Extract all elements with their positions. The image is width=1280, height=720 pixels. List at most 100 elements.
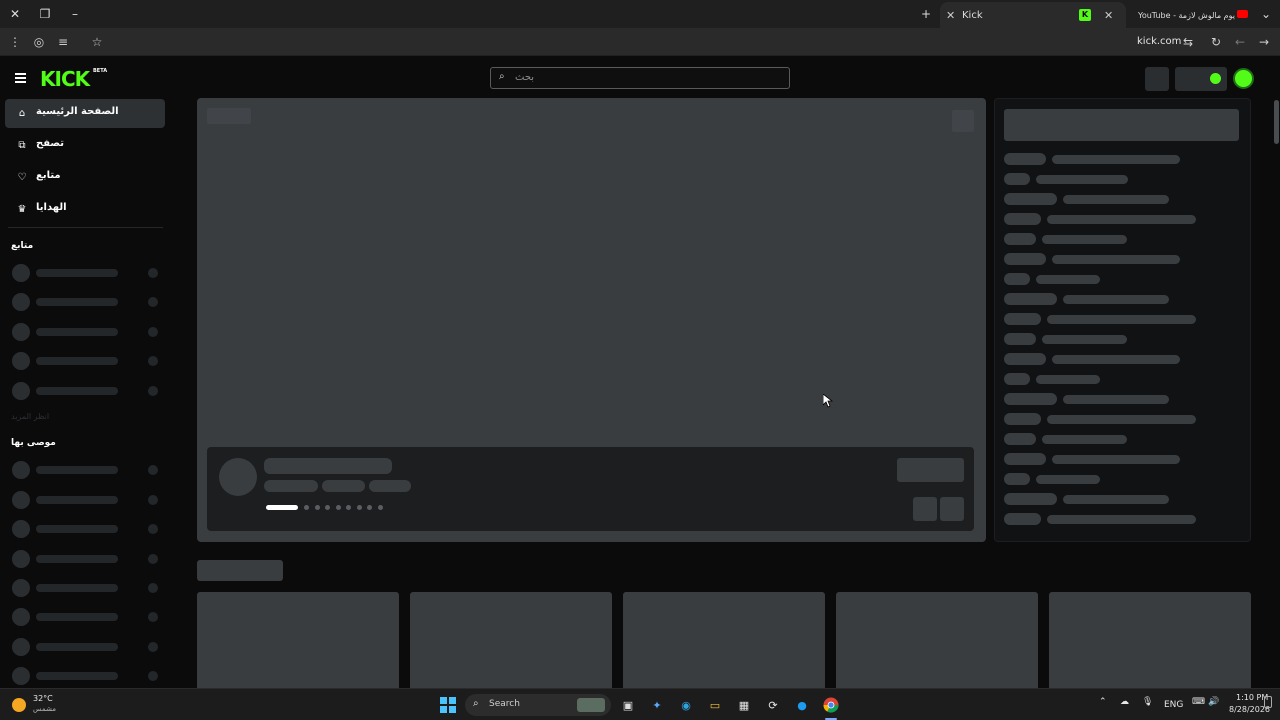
recommended-channel-skeleton[interactable] bbox=[12, 667, 162, 685]
category-tag-skeleton bbox=[1004, 273, 1030, 285]
bookmark-star-icon[interactable]: ☆ bbox=[86, 28, 108, 56]
category-tag-skeleton bbox=[1004, 393, 1057, 405]
following-channel-skeleton[interactable] bbox=[12, 352, 162, 370]
category-name-skeleton bbox=[1036, 175, 1128, 184]
tab-close-icon[interactable]: ✕ bbox=[946, 9, 955, 22]
show-more-link[interactable]: انظر المزيد bbox=[11, 412, 49, 421]
wallet-button[interactable] bbox=[1175, 67, 1227, 91]
kick-logo-text: KICK bbox=[40, 67, 90, 91]
mute-button-skeleton[interactable] bbox=[952, 110, 974, 132]
search-input[interactable]: ⌕ بحث bbox=[490, 67, 790, 89]
carousel-dot[interactable] bbox=[357, 505, 362, 510]
sidebar-item-label: الهدايا bbox=[36, 202, 67, 213]
site-settings-icon[interactable]: ⇆ bbox=[1177, 28, 1199, 56]
recommended-channel-skeleton[interactable] bbox=[12, 461, 162, 479]
carousel-dot[interactable] bbox=[325, 505, 330, 510]
carousel-dot[interactable] bbox=[315, 505, 320, 510]
sidebar-item-following[interactable]: ♡ متابع bbox=[5, 163, 165, 192]
page-scrollbar[interactable] bbox=[1274, 100, 1279, 144]
taskbar-search-box[interactable]: ⌕ Search bbox=[465, 694, 611, 716]
category-name-skeleton bbox=[1042, 235, 1127, 244]
following-channel-skeleton[interactable] bbox=[12, 323, 162, 341]
restore-icon: ❐ bbox=[39, 7, 51, 21]
sidebar-item-browse[interactable]: ⧉ تصفح bbox=[5, 131, 165, 160]
app-icon[interactable]: ⟳ bbox=[764, 697, 782, 713]
category-tag-skeleton bbox=[1004, 453, 1046, 465]
stream-card-skeleton[interactable] bbox=[197, 592, 399, 692]
onedrive-icon[interactable]: ☁ bbox=[1120, 697, 1129, 707]
sidebar-item-gifts[interactable]: ♛ الهدايا bbox=[5, 195, 165, 224]
microphone-icon[interactable]: 🎙 bbox=[1142, 697, 1153, 707]
back-icon[interactable]: → bbox=[1253, 28, 1275, 56]
recommended-channel-skeleton[interactable] bbox=[12, 638, 162, 656]
forward-icon[interactable]: ← bbox=[1229, 28, 1251, 56]
weather-desc[interactable]: مشمس bbox=[33, 705, 56, 713]
category-tag-skeleton bbox=[1004, 353, 1046, 365]
reading-list-icon[interactable]: ≡ bbox=[52, 28, 74, 56]
stream-card-skeleton[interactable] bbox=[836, 592, 1038, 692]
volume-icon[interactable]: 🔊 bbox=[1208, 697, 1219, 707]
recommended-channel-skeleton[interactable] bbox=[12, 608, 162, 626]
new-tab-button[interactable]: + bbox=[911, 0, 941, 28]
chevron-up-icon[interactable]: ⌃ bbox=[1099, 697, 1107, 707]
telegram-icon[interactable]: ● bbox=[793, 697, 811, 713]
recommended-channel-skeleton[interactable] bbox=[12, 491, 162, 509]
following-channel-skeleton[interactable] bbox=[12, 382, 162, 400]
sidebar-divider bbox=[8, 227, 163, 228]
windows-start-icon[interactable] bbox=[439, 697, 457, 713]
streamer-avatar-skeleton[interactable] bbox=[219, 458, 257, 496]
edge-browser-icon[interactable]: ◉ bbox=[677, 697, 695, 713]
carousel-dot[interactable] bbox=[346, 505, 351, 510]
weather-sun-icon[interactable] bbox=[12, 698, 26, 712]
live-badge-skeleton bbox=[207, 108, 251, 124]
copilot-icon[interactable]: ✦ bbox=[648, 697, 666, 713]
sidebar-item-label: الصفحة الرئيسية bbox=[36, 106, 119, 117]
task-view-icon[interactable]: ▣ bbox=[619, 697, 637, 713]
stream-card-skeleton[interactable] bbox=[623, 592, 825, 692]
following-channel-skeleton[interactable] bbox=[12, 293, 162, 311]
reload-icon[interactable]: ↻ bbox=[1205, 28, 1227, 56]
tab-kick[interactable]: ✕ Kick K ✕ bbox=[940, 2, 1126, 28]
input-language[interactable]: ENG bbox=[1164, 700, 1183, 710]
recommended-channel-skeleton[interactable] bbox=[12, 520, 162, 538]
tab-close-icon[interactable]: ✕ bbox=[1104, 9, 1113, 22]
menu-hamburger-icon[interactable] bbox=[13, 70, 29, 86]
tab-title: Kick bbox=[962, 9, 983, 21]
following-channel-skeleton[interactable] bbox=[12, 264, 162, 282]
carousel-dot[interactable] bbox=[304, 505, 309, 510]
profile-icon[interactable]: ◎ bbox=[28, 28, 50, 56]
recommended-channel-skeleton[interactable] bbox=[12, 579, 162, 597]
tab-youtube[interactable]: YouTube - يوم مالوش لازمة bbox=[1130, 2, 1252, 28]
weather-temp[interactable]: 32°C bbox=[33, 694, 53, 703]
category-tag-skeleton bbox=[1004, 233, 1036, 245]
menu-kebab-icon[interactable]: ⋮ bbox=[4, 28, 26, 56]
stream-card-skeleton[interactable] bbox=[1049, 592, 1251, 692]
carousel-dot-active[interactable] bbox=[266, 505, 298, 510]
avatar[interactable] bbox=[1233, 68, 1254, 89]
stream-tag-skeleton bbox=[264, 480, 318, 492]
window-close-button[interactable]: ✕ bbox=[0, 0, 30, 28]
chrome-icon[interactable] bbox=[822, 697, 840, 713]
stream-card-skeleton[interactable] bbox=[410, 592, 612, 692]
network-icon[interactable]: ⌨ bbox=[1192, 697, 1205, 707]
carousel-dot[interactable] bbox=[367, 505, 372, 510]
file-explorer-icon[interactable]: ▭ bbox=[706, 697, 724, 713]
prev-slide-button[interactable] bbox=[913, 497, 937, 521]
window-restore-button[interactable]: ❐ bbox=[30, 0, 60, 28]
notifications-button[interactable] bbox=[1145, 67, 1169, 91]
following-section-title: متابع bbox=[11, 241, 34, 251]
address-text[interactable]: kick.com bbox=[1137, 36, 1181, 47]
home-icon: ⌂ bbox=[18, 107, 26, 119]
category-tag-skeleton bbox=[1004, 413, 1041, 425]
notification-icon[interactable] bbox=[1264, 696, 1272, 708]
recommended-channel-skeleton[interactable] bbox=[12, 550, 162, 568]
carousel-dot[interactable] bbox=[378, 505, 383, 510]
carousel-dot[interactable] bbox=[336, 505, 341, 510]
watch-button-skeleton[interactable] bbox=[897, 458, 964, 482]
window-minimize-button[interactable]: – bbox=[60, 0, 90, 28]
next-slide-button[interactable] bbox=[940, 497, 964, 521]
tab-search-button[interactable]: ⌄ bbox=[1252, 0, 1280, 28]
microsoft-store-icon[interactable]: ▦ bbox=[735, 697, 753, 713]
sidebar-item-home[interactable]: ⌂ الصفحة الرئيسية bbox=[5, 99, 165, 128]
category-tag-skeleton bbox=[1004, 153, 1046, 165]
